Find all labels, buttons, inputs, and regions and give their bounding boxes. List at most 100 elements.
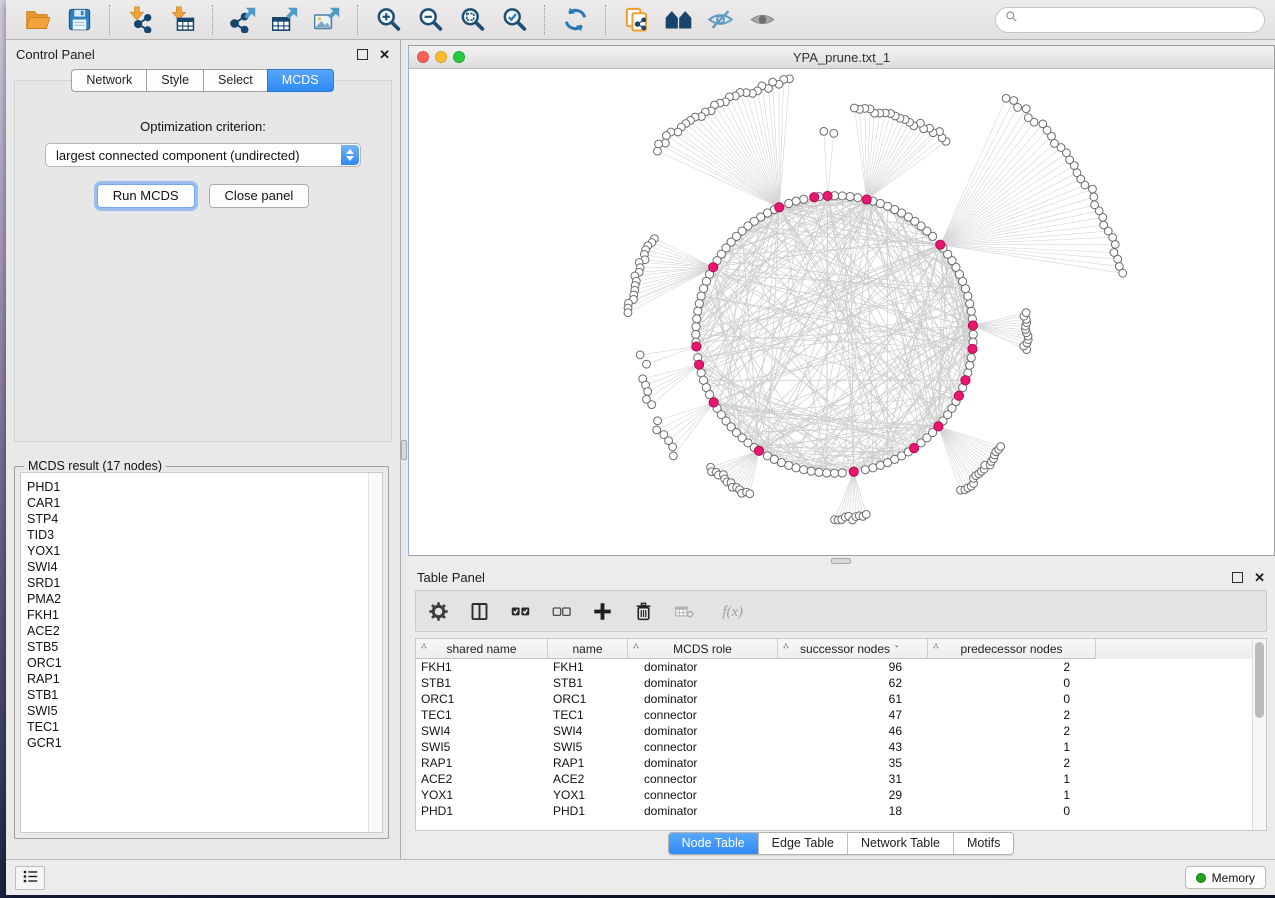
table-cell[interactable]: 1 [928, 740, 1096, 754]
mcds-result-item[interactable]: PHD1 [27, 479, 368, 495]
close-panel-icon[interactable]: ✕ [379, 48, 390, 61]
table-cell[interactable]: 2 [928, 708, 1096, 722]
open-session-button[interactable] [16, 3, 58, 37]
table-cell[interactable]: TEC1 [416, 708, 548, 722]
table-row[interactable]: ACE2ACE2connector311 [416, 771, 1252, 787]
table-mode-button[interactable] [428, 601, 449, 622]
column-header-MCDS-role[interactable]: MCDS role [628, 639, 778, 659]
table-cell[interactable]: ACE2 [416, 772, 548, 786]
window-minimize-icon[interactable] [435, 51, 447, 63]
run-mcds-button[interactable]: Run MCDS [97, 184, 195, 208]
tab-network-table[interactable]: Network Table [848, 833, 954, 854]
table-row[interactable]: TEC1TEC1connector472 [416, 707, 1252, 723]
first-neighbors-button[interactable] [657, 3, 699, 37]
table-cell[interactable]: 1 [928, 772, 1096, 786]
table-row[interactable]: FKH1FKH1dominator962 [416, 659, 1252, 675]
table-cell[interactable]: 18 [778, 804, 928, 818]
table-cell[interactable]: FKH1 [416, 660, 548, 674]
tab-network[interactable]: Network [71, 69, 147, 92]
table-cell[interactable]: ACE2 [548, 772, 628, 786]
task-history-button[interactable] [15, 866, 45, 890]
mcds-result-item[interactable]: TEC1 [27, 719, 368, 735]
table-cell[interactable]: 96 [778, 660, 928, 674]
table-row[interactable]: SWI4SWI4dominator462 [416, 723, 1252, 739]
horizontal-splitter-handle[interactable] [831, 558, 851, 564]
tab-node-table[interactable]: Node Table [669, 833, 759, 854]
table-cell[interactable]: 2 [928, 756, 1096, 770]
mcds-result-item[interactable]: TID3 [27, 527, 368, 543]
create-column-button[interactable] [592, 601, 613, 622]
zoom-fit-button[interactable] [451, 3, 493, 37]
horizontal-splitter[interactable] [407, 556, 1275, 566]
table-cell[interactable]: 2 [928, 724, 1096, 738]
table-cell[interactable]: 0 [928, 676, 1096, 690]
table-cell[interactable]: 46 [778, 724, 928, 738]
zoom-out-button[interactable] [409, 3, 451, 37]
table-cell[interactable]: ORC1 [416, 692, 548, 706]
export-image-button[interactable] [306, 3, 348, 37]
table-cell[interactable]: dominator [628, 804, 778, 818]
close-table-panel-icon[interactable]: ✕ [1254, 571, 1265, 584]
table-cell[interactable]: 29 [778, 788, 928, 802]
table-cell[interactable]: 2 [928, 660, 1096, 674]
table-cell[interactable]: connector [628, 788, 778, 802]
import-network-button[interactable] [119, 3, 161, 37]
mcds-list-scrollbar[interactable] [368, 473, 382, 832]
mcds-result-item[interactable]: SWI5 [27, 703, 368, 719]
mcds-result-item[interactable]: GCR1 [27, 735, 368, 751]
table-row[interactable]: YOX1YOX1connector291 [416, 787, 1252, 803]
table-row[interactable]: ORC1ORC1dominator610 [416, 691, 1252, 707]
column-header-predecessor-nodes[interactable]: predecessor nodes [928, 639, 1096, 659]
zoom-in-button[interactable] [367, 3, 409, 37]
table-cell[interactable]: 47 [778, 708, 928, 722]
mcds-result-item[interactable]: RAP1 [27, 671, 368, 687]
table-cell[interactable]: YOX1 [416, 788, 548, 802]
tab-select[interactable]: Select [203, 69, 268, 92]
float-panel-icon[interactable] [357, 49, 368, 60]
table-row[interactable]: SWI5SWI5connector431 [416, 739, 1252, 755]
table-row[interactable]: STB1STB1dominator620 [416, 675, 1252, 691]
table-cell[interactable]: connector [628, 740, 778, 754]
tab-mcds[interactable]: MCDS [267, 69, 334, 92]
table-cell[interactable]: 35 [778, 756, 928, 770]
table-cell[interactable]: SWI4 [416, 724, 548, 738]
table-cell[interactable]: RAP1 [548, 756, 628, 770]
table-cell[interactable]: STB1 [548, 676, 628, 690]
mcds-result-item[interactable]: STB5 [27, 639, 368, 655]
show-column-button[interactable] [469, 601, 490, 622]
refresh-view-button[interactable] [554, 3, 596, 37]
mcds-result-item[interactable]: SWI4 [27, 559, 368, 575]
table-cell[interactable]: dominator [628, 692, 778, 706]
tab-edge-table[interactable]: Edge Table [759, 833, 848, 854]
table-cell[interactable]: PHD1 [416, 804, 548, 818]
save-session-button[interactable] [58, 3, 100, 37]
hide-selected-button[interactable] [699, 3, 741, 37]
column-header-name[interactable]: name [548, 639, 628, 659]
table-cell[interactable]: SWI4 [548, 724, 628, 738]
table-cell[interactable]: ORC1 [548, 692, 628, 706]
network-graph[interactable] [409, 69, 1274, 555]
new-network-from-selection-button[interactable] [615, 3, 657, 37]
table-scrollbar-thumb[interactable] [1255, 642, 1264, 718]
table-cell[interactable]: 62 [778, 676, 928, 690]
mcds-result-item[interactable]: FKH1 [27, 607, 368, 623]
table-cell[interactable]: 0 [928, 692, 1096, 706]
table-cell[interactable]: STB1 [416, 676, 548, 690]
mcds-result-item[interactable]: ORC1 [27, 655, 368, 671]
vertical-splitter[interactable] [401, 40, 407, 859]
select-all-rows-button[interactable] [510, 601, 531, 622]
table-cell[interactable]: connector [628, 708, 778, 722]
deselect-all-rows-button[interactable] [551, 601, 572, 622]
tab-motifs[interactable]: Motifs [954, 833, 1013, 854]
table-cell[interactable]: 1 [928, 788, 1096, 802]
window-zoom-icon[interactable] [453, 51, 465, 63]
mcds-result-item[interactable]: STB1 [27, 687, 368, 703]
table-cell[interactable]: PHD1 [548, 804, 628, 818]
optimization-criterion-select[interactable]: largest connected component (undirected) [45, 143, 361, 167]
table-scrollbar[interactable] [1252, 639, 1266, 830]
search-box[interactable] [995, 7, 1265, 33]
table-row[interactable]: RAP1RAP1dominator352 [416, 755, 1252, 771]
delete-columns-button[interactable] [633, 601, 654, 622]
table-cell[interactable]: FKH1 [548, 660, 628, 674]
close-panel-button[interactable]: Close panel [209, 184, 310, 208]
